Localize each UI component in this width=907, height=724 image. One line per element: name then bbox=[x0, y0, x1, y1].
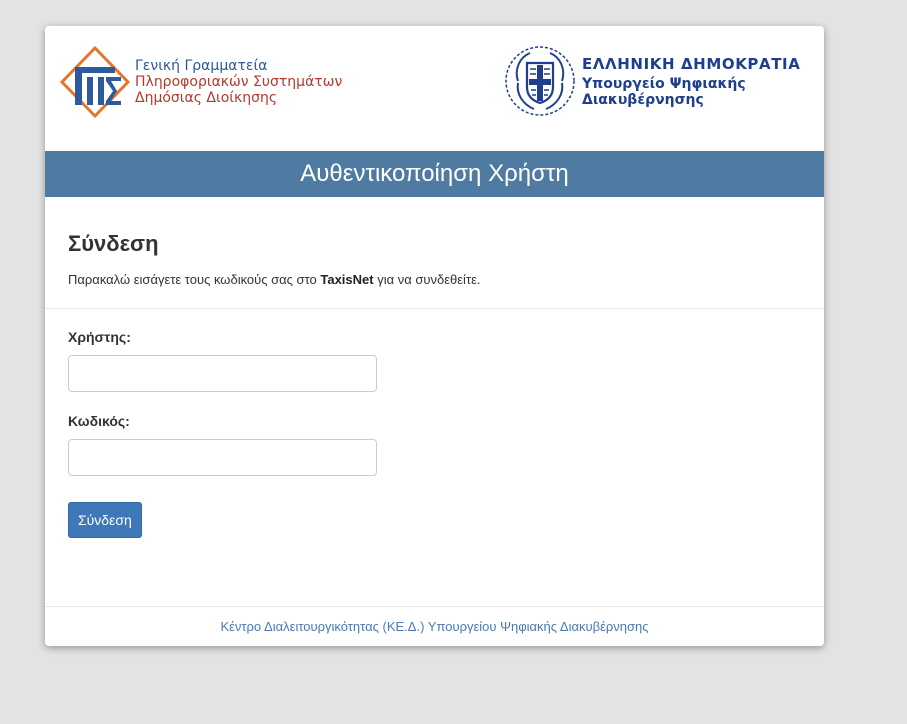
instruction-prefix: Παρακαλώ εισάγετε τους κωδικούς σας στο bbox=[68, 272, 321, 287]
card-footer: Κέντρο Διαλειτουργικότητας (ΚΕ.Δ.) Υπουρ… bbox=[45, 606, 824, 646]
gsis-emblem-icon bbox=[59, 45, 131, 119]
login-card: Γενική Γραμματεία Πληροφοριακών Συστημάτ… bbox=[45, 26, 824, 646]
password-label: Κωδικός: bbox=[68, 413, 130, 429]
gsis-line-1: Γενική Γραμματεία bbox=[135, 58, 268, 74]
login-form: Σύνδεση Παρακαλώ εισάγετε τους κωδικούς … bbox=[45, 197, 824, 538]
authentication-header: Αυθεντικοποίηση Χρήστη bbox=[45, 151, 824, 197]
login-button[interactable]: Σύνδεση bbox=[68, 502, 142, 538]
instruction-suffix: για να συνδεθείτε. bbox=[373, 272, 481, 287]
username-input[interactable] bbox=[68, 355, 377, 392]
greek-government-logo[interactable]: ΕΛΛΗΝΙΚΗ ΔΗΜΟΚΡΑΤΙΑ Υπουργείο Ψηφιακής Δ… bbox=[502, 43, 800, 119]
ministry-line-2: Διακυβέρνησης bbox=[582, 92, 704, 108]
gsis-line-2: Πληροφοριακών Συστημάτων bbox=[135, 74, 343, 90]
divider bbox=[45, 308, 824, 309]
login-instruction: Παρακαλώ εισάγετε τους κωδικούς σας στο … bbox=[68, 272, 801, 287]
taxisnet-label: TaxisNet bbox=[320, 272, 374, 287]
ministry-line-1: Υπουργείο Ψηφιακής bbox=[582, 76, 746, 92]
gsis-name: Γενική Γραμματεία Πληροφοριακών Συστημάτ… bbox=[135, 58, 342, 106]
republic-title: ΕΛΛΗΝΙΚΗ ΔΗΜΟΚΡΑΤΙΑ bbox=[582, 55, 801, 73]
page-title: Σύνδεση bbox=[68, 231, 159, 256]
government-name: ΕΛΛΗΝΙΚΗ ΔΗΜΟΚΡΑΤΙΑ Υπουργείο Ψηφιακής Δ… bbox=[582, 55, 800, 108]
interoperability-center-link[interactable]: Κέντρο Διαλειτουργικότητας (ΚΕ.Δ.) Υπουρ… bbox=[220, 619, 648, 634]
gsis-line-3: Δημόσιας Διοίκησης bbox=[135, 90, 278, 106]
logo-bar: Γενική Γραμματεία Πληροφοριακών Συστημάτ… bbox=[45, 26, 824, 151]
password-input[interactable] bbox=[68, 439, 377, 476]
username-label: Χρήστης: bbox=[68, 329, 131, 345]
gsis-logo[interactable]: Γενική Γραμματεία Πληροφοριακών Συστημάτ… bbox=[59, 45, 342, 119]
hellenic-republic-seal-icon bbox=[505, 46, 575, 116]
